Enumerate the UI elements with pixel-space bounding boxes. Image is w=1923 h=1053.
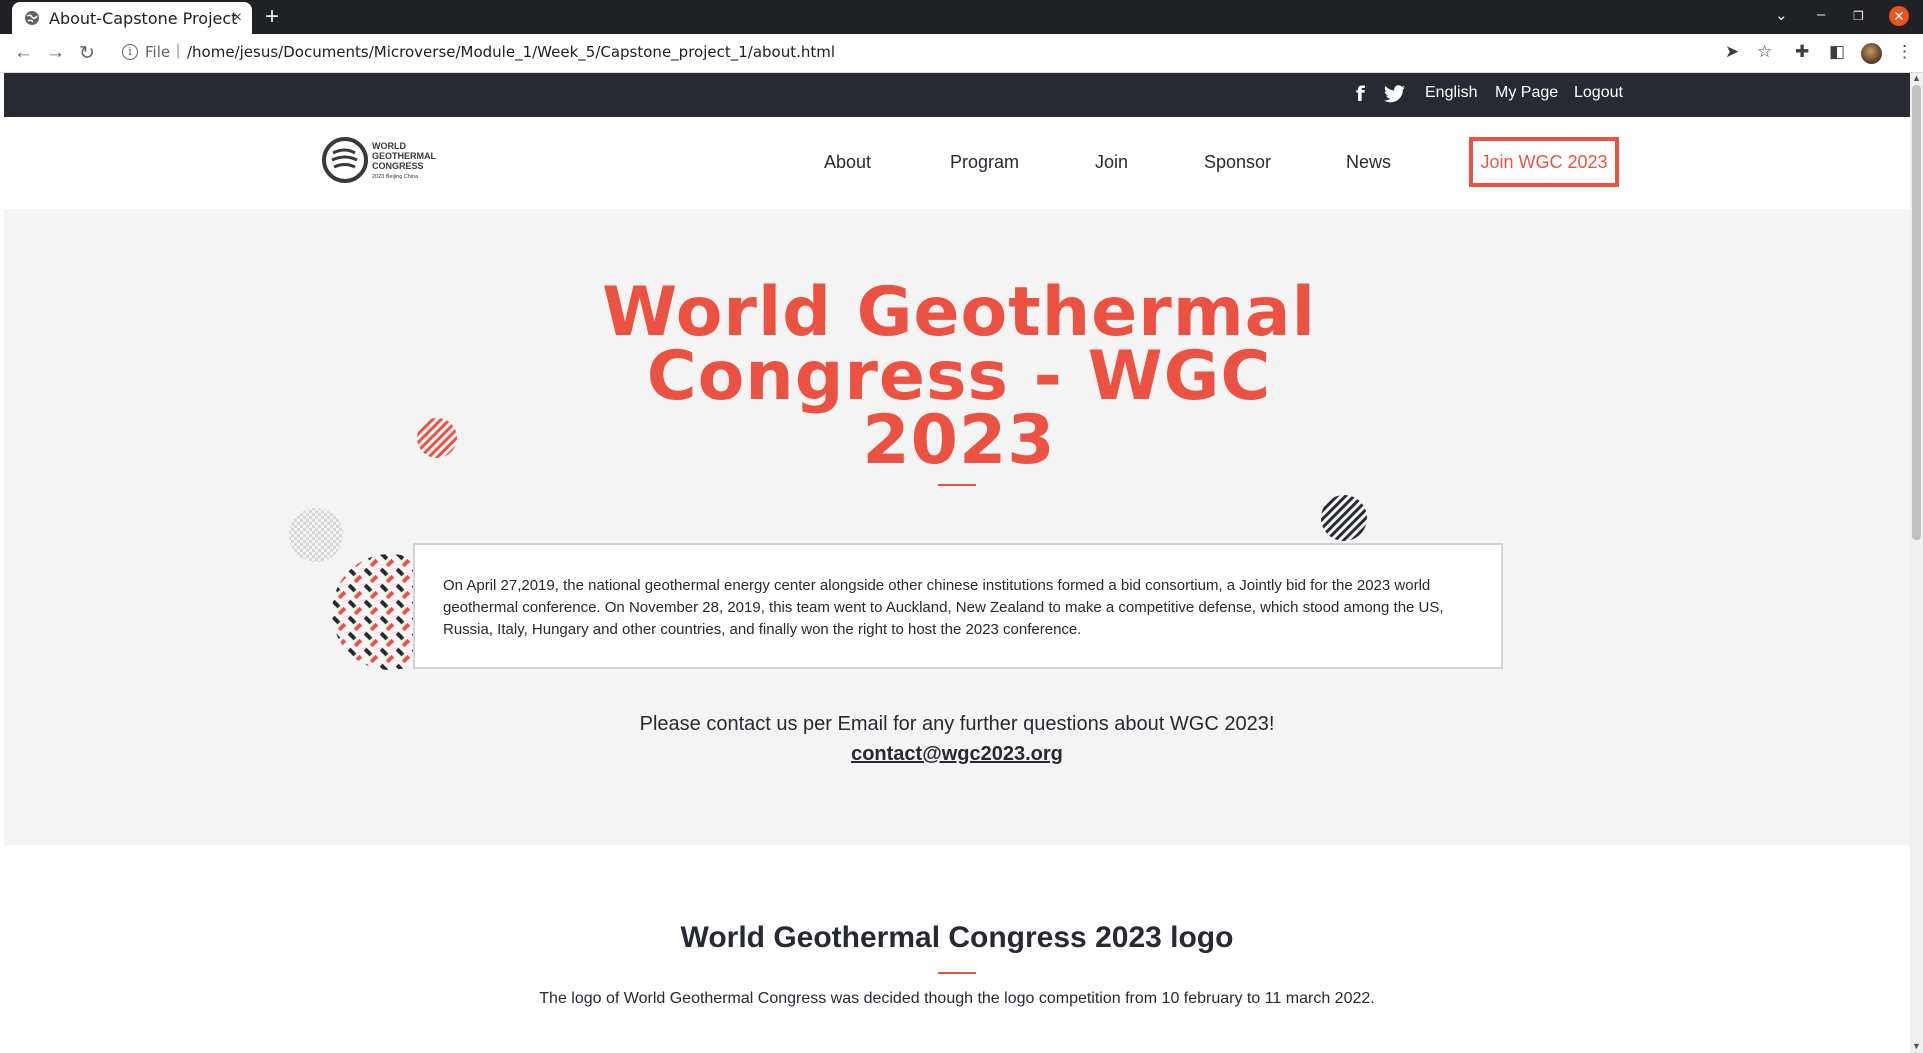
join-wgc-button[interactable]: Join WGC 2023 — [1469, 137, 1619, 187]
logo-line4: 2023 Beijing China — [372, 174, 419, 180]
title-underline — [938, 484, 976, 486]
logo-title-underline — [938, 972, 976, 974]
extensions-icon[interactable]: ✚ — [1795, 42, 1809, 62]
minimize-icon[interactable]: – — [1817, 6, 1825, 23]
close-icon[interactable]: ✕ — [1889, 6, 1909, 26]
forward-icon[interactable]: → — [46, 42, 65, 64]
page-scrollbar[interactable]: ▲ ▼ — [1910, 73, 1923, 1053]
nav-join[interactable]: Join — [1095, 152, 1128, 173]
facebook-icon[interactable]: f — [1356, 82, 1365, 106]
browser-toolbar: ← → ↻ i File | /home/jesus/Documents/Mic… — [0, 34, 1923, 73]
contact-text: Please contact us per Email for any furt… — [639, 713, 1275, 735]
language-link[interactable]: English — [1425, 84, 1477, 102]
logo-line2: GEOTHERMAL — [372, 151, 437, 161]
hero-title-line3: 2023 — [862, 401, 1056, 480]
red-striped-circle-decoration — [417, 418, 457, 458]
contact-email-link: contact@wgc2023.org — [4, 743, 1910, 766]
my-page-link[interactable]: My Page — [1495, 84, 1558, 102]
chevron-down-icon[interactable]: ⌄ — [1775, 6, 1788, 24]
tab-close-icon[interactable]: × — [233, 9, 242, 27]
browser-tab-strip: About-Capstone Project × + ⌄ – ❐ ✕ — [0, 0, 1923, 34]
share-icon[interactable]: ➤ — [1725, 42, 1739, 62]
nav-about[interactable]: About — [824, 152, 871, 173]
top-bar: f English My Page Logout — [4, 73, 1910, 117]
sidepanel-icon[interactable]: ◧ — [1829, 42, 1845, 62]
address-bar[interactable]: /home/jesus/Documents/Microverse/Module_… — [187, 43, 835, 61]
wgc-logo[interactable]: WORLD GEOTHERMAL CONGRESS 2023 Beijing C… — [322, 135, 452, 185]
logout-link[interactable]: Logout — [1574, 84, 1623, 102]
logo-line1: WORLD — [372, 141, 406, 151]
description-box: On April 27,2019, the national geotherma… — [413, 543, 1503, 669]
logo-section-title: World Geothermal Congress 2023 logo — [680, 921, 1234, 954]
nav-sponsor[interactable]: Sponsor — [1204, 152, 1271, 173]
scroll-down-icon[interactable]: ▼ — [1912, 1041, 1921, 1051]
reload-icon[interactable]: ↻ — [79, 42, 95, 65]
logo-section-description: The logo of World Geothermal Congress wa… — [539, 990, 1375, 1007]
restore-icon[interactable]: ❐ — [1853, 9, 1864, 23]
scroll-up-icon[interactable]: ▲ — [1912, 73, 1921, 83]
info-icon[interactable]: i — [122, 44, 138, 60]
hero-title: World Geothermal Congress - WGC 2023 — [494, 279, 1424, 475]
main-navbar: WORLD GEOTHERMAL CONGRESS 2023 Beijing C… — [4, 117, 1910, 209]
dark-striped-circle-decoration — [1321, 495, 1367, 541]
nav-program[interactable]: Program — [950, 152, 1019, 173]
twitter-icon[interactable] — [1384, 85, 1405, 103]
browser-tab[interactable]: About-Capstone Project × — [12, 2, 252, 34]
page-viewport: f English My Page Logout WORLD GEOTHERMA… — [4, 73, 1910, 1053]
url-scheme: File — [145, 43, 171, 61]
hero-section: World Geothermal Congress - WGC 2023 On … — [4, 209, 1910, 845]
tab-title: About-Capstone Project — [49, 8, 238, 28]
avatar[interactable] — [1861, 43, 1882, 64]
url-separator: | — [176, 42, 181, 59]
contact-email[interactable]: contact@wgc2023.org — [851, 743, 1063, 765]
menu-icon[interactable]: ⋮ — [1896, 42, 1913, 62]
back-icon[interactable]: ← — [14, 42, 33, 64]
globe-icon — [25, 11, 39, 25]
nav-news[interactable]: News — [1346, 152, 1391, 173]
scrollbar-thumb[interactable] — [1912, 85, 1921, 540]
new-tab-button[interactable]: + — [265, 3, 279, 31]
star-icon[interactable]: ☆ — [1757, 42, 1772, 62]
logo-line3: CONGRESS — [372, 161, 424, 171]
